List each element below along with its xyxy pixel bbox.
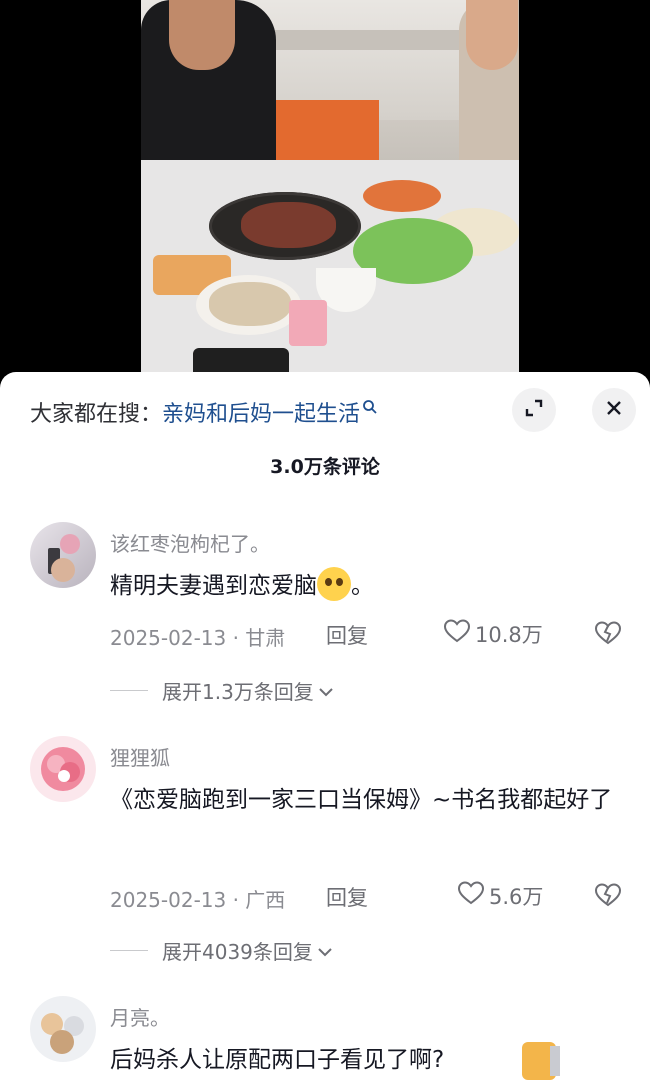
chevron-down-icon [318, 679, 334, 703]
comment-item: 月亮。 后妈杀人让原配两口子看见了啊? [0, 994, 650, 1082]
expand-icon [523, 397, 545, 423]
comment-meta: 2025-02-13 · 广西 [110, 888, 286, 912]
dislike-button[interactable] [594, 882, 622, 912]
expand-replies-button[interactable]: 展开1.3万条回复 [110, 676, 334, 705]
broken-heart-icon [594, 883, 622, 912]
comment-meta: 2025-02-13 · 甘肃 [110, 626, 286, 650]
comment-username[interactable]: 狸狸狐 [110, 742, 170, 771]
video-frame [141, 0, 519, 380]
comment-username[interactable]: 月亮。 [110, 1002, 170, 1031]
close-icon [604, 398, 624, 422]
reply-button[interactable]: 回复 [326, 882, 368, 912]
like-button[interactable]: 10.8万 [443, 618, 543, 649]
video-player[interactable] [0, 0, 650, 380]
expand-button[interactable] [512, 388, 556, 432]
search-suggestion[interactable]: 大家都在搜： 亲妈和后妈一起生活 [30, 392, 378, 432]
broken-heart-icon [594, 621, 622, 650]
expand-replies-label: 展开1.3万条回复 [162, 680, 314, 704]
pleading-face-emoji-icon [317, 566, 351, 601]
divider [110, 690, 148, 691]
like-count: 10.8万 [475, 622, 543, 647]
like-count: 5.6万 [489, 884, 544, 909]
comment-item: 该红枣泡枸杞了。 精明夫妻遇到恋爱脑 。 2025-02-13 · 甘肃 回复 1… [0, 520, 650, 720]
like-button[interactable]: 5.6万 [457, 880, 543, 911]
comment-sheet: 大家都在搜： 亲妈和后妈一起生活 3.0万条评论 该红枣泡枸杞了。 精明夫妻遇到… [0, 372, 650, 1082]
divider [110, 950, 148, 951]
expand-replies-label: 展开4039条回复 [162, 940, 313, 964]
comment-text: 《恋爱脑跑到一家三口当保姆》~书名我都起好了 [110, 787, 613, 813]
expand-replies-button[interactable]: 展开4039条回复 [110, 936, 333, 965]
search-term-link[interactable]: 亲妈和后妈一起生活 [162, 396, 360, 428]
heart-icon [457, 880, 489, 911]
comment-text-suffix: 。 [351, 573, 374, 599]
dislike-button[interactable] [594, 620, 622, 650]
comment-text-body: 精明夫妻遇到恋爱脑 [110, 573, 317, 599]
avatar[interactable] [30, 996, 96, 1062]
close-button[interactable] [592, 388, 636, 432]
avatar[interactable] [30, 522, 96, 588]
comment-count: 3.0万条评论 [270, 456, 380, 478]
cat-sticker-icon [522, 1042, 560, 1080]
chevron-down-icon [317, 939, 333, 963]
reply-button[interactable]: 回复 [326, 620, 368, 650]
avatar[interactable] [30, 736, 96, 802]
search-icon [362, 396, 378, 414]
heart-icon [443, 618, 475, 649]
comment-text: 精明夫妻遇到恋爱脑 。 [110, 562, 630, 610]
comment-item: 狸狸狐 《恋爱脑跑到一家三口当保姆》~书名我都起好了 2025-02-13 · … [0, 734, 650, 974]
comment-username[interactable]: 该红枣泡枸杞了。 [110, 528, 270, 557]
search-prefix: 大家都在搜： [30, 402, 163, 427]
